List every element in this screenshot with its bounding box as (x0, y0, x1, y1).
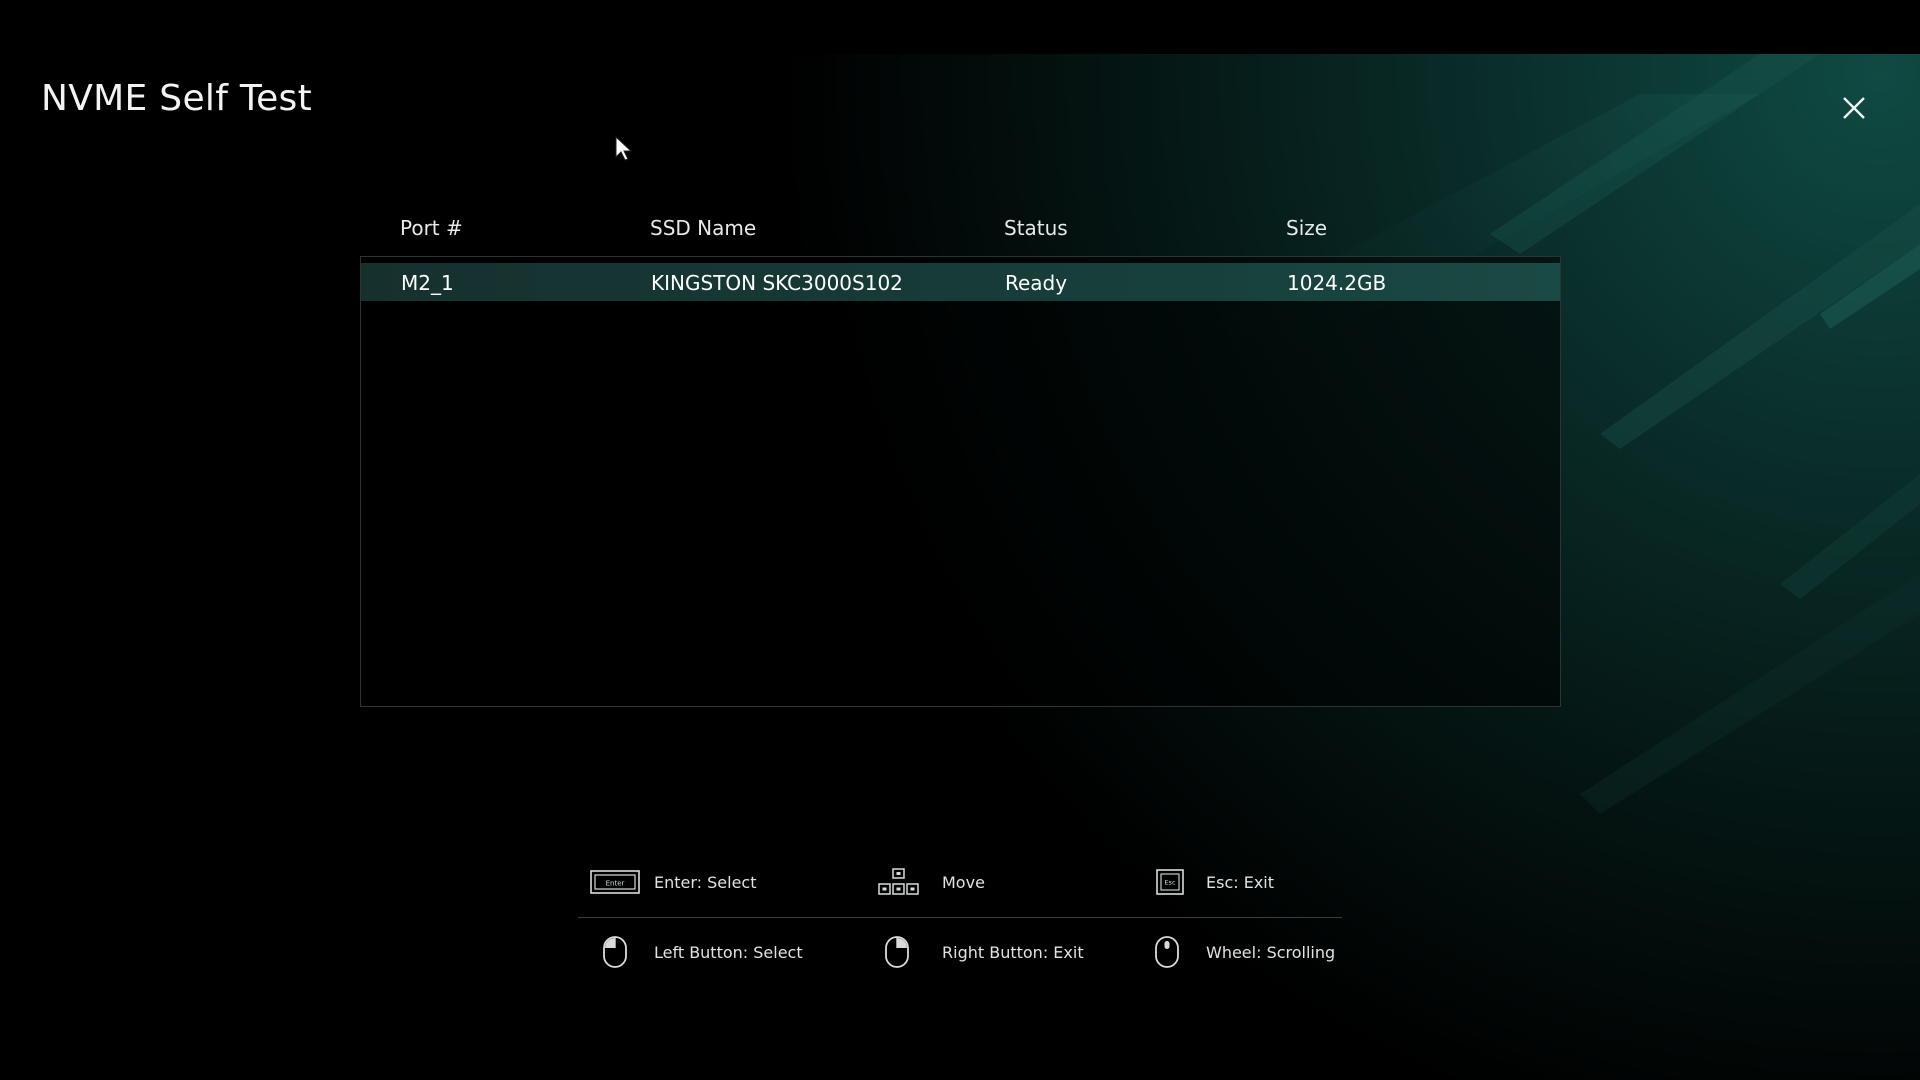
hint-label: Move (942, 872, 985, 892)
enter-key-icon: Enter (590, 870, 640, 894)
hints-divider (578, 917, 1342, 918)
hint-label: Esc: Exit (1206, 872, 1275, 892)
cell-port: M2_1 (401, 271, 454, 295)
hint-label: Right Button: Exit (942, 942, 1084, 962)
arrow-keys-icon (878, 868, 919, 895)
mouse-left-button-icon (603, 936, 627, 968)
column-header-status: Status (1004, 216, 1068, 240)
column-header-port: Port # (400, 216, 463, 240)
top-bar (0, 0, 1920, 54)
hint-left-button-select: Left Button: Select (602, 934, 803, 970)
mouse-pointer-icon (615, 136, 633, 161)
hint-move: Move (878, 864, 985, 900)
close-icon (1843, 97, 1865, 119)
hint-label: Left Button: Select (654, 942, 803, 962)
cell-status: Ready (1005, 271, 1068, 295)
hint-esc-exit: Esc Esc: Exit (1156, 864, 1274, 900)
hint-wheel-scrolling: Wheel: Scrolling (1154, 934, 1335, 970)
svg-text:Esc: Esc (1164, 879, 1175, 887)
ssd-table[interactable]: M2_1 KINGSTON SKC3000S102 Ready 1024.2GB (360, 256, 1561, 707)
mouse-right-button-icon (885, 936, 909, 968)
hint-right-button-exit: Right Button: Exit (884, 934, 1084, 970)
table-header: Port # SSD Name Status Size (360, 210, 1561, 256)
control-hints: Enter Enter: Select Move Esc Esc: Exit L… (578, 862, 1342, 982)
mouse-wheel-icon (1155, 936, 1179, 968)
nvme-self-test-screen: NVME Self Test Port # SSD Name Status Si… (0, 0, 1920, 1080)
hint-enter-select: Enter Enter: Select (590, 864, 757, 900)
svg-text:Enter: Enter (606, 880, 625, 888)
cell-ssd-name: KINGSTON SKC3000S102 (651, 271, 903, 295)
column-header-ssd-name: SSD Name (650, 216, 757, 240)
table-row[interactable]: M2_1 KINGSTON SKC3000S102 Ready 1024.2GB (361, 263, 1560, 301)
column-header-size: Size (1286, 216, 1328, 240)
close-button[interactable] (1836, 90, 1872, 126)
hint-label: Enter: Select (654, 872, 757, 892)
hint-label: Wheel: Scrolling (1206, 942, 1336, 962)
page-title: NVME Self Test (41, 78, 313, 119)
cell-size: 1024.2GB (1287, 271, 1387, 295)
esc-key-icon: Esc (1156, 869, 1184, 895)
